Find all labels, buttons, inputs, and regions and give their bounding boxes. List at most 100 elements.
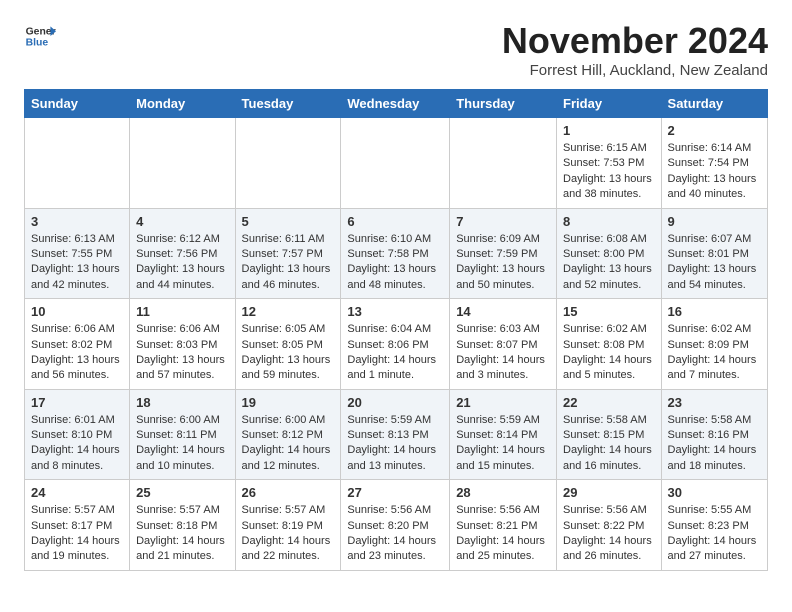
day-number: 17 [31,395,123,410]
week-row-2: 3 Sunrise: 6:13 AMSunset: 7:55 PMDaylight… [25,208,768,299]
day-info: Sunrise: 6:11 AMSunset: 7:57 PMDaylight:… [242,232,335,294]
day-number: 14 [456,304,550,319]
day-info: Sunrise: 6:10 AMSunset: 7:58 PMDaylight:… [347,232,443,294]
day-cell: 3 Sunrise: 6:13 AMSunset: 7:55 PMDaylight… [25,208,130,299]
day-number: 10 [31,304,123,319]
day-info: Sunrise: 6:08 AMSunset: 8:00 PMDaylight:… [563,232,655,294]
day-cell: 10 Sunrise: 6:06 AMSunset: 8:02 PMDayligh… [25,299,130,390]
day-cell: 14 Sunrise: 6:03 AMSunset: 8:07 PMDayligh… [450,299,557,390]
day-cell: 24Sunrise: 5:57 AMSunset: 8:17 PMDayligh… [25,480,130,571]
day-info: Sunrise: 6:14 AMSunset: 7:54 PMDaylight:… [668,141,761,203]
day-cell: 22 Sunrise: 5:58 AMSunset: 8:15 PMDayligh… [557,389,662,480]
day-number: 6 [347,214,443,229]
day-info: Sunrise: 5:56 AMSunset: 8:21 PMDaylight:… [456,503,550,565]
day-cell: 5 Sunrise: 6:11 AMSunset: 7:57 PMDaylight… [235,208,341,299]
day-info: Sunrise: 5:58 AMSunset: 8:16 PMDaylight:… [668,413,761,475]
column-header-thursday: Thursday [450,90,557,118]
week-row-1: 1 Sunrise: 6:15 AMSunset: 7:53 PMDaylight… [25,118,768,209]
day-number: 13 [347,304,443,319]
day-number: 22 [563,395,655,410]
day-info: Sunrise: 6:02 AMSunset: 8:09 PMDaylight:… [668,322,761,384]
day-cell: 19 Sunrise: 6:00 AMSunset: 8:12 PMDayligh… [235,389,341,480]
day-number: 3 [31,214,123,229]
day-number: 29 [563,485,655,500]
day-number: 27 [347,485,443,500]
day-number: 1 [563,123,655,138]
day-number: 16 [668,304,761,319]
title-block: November 2024 Forrest Hill, Auckland, Ne… [502,20,768,79]
day-cell: 25 Sunrise: 5:57 AMSunset: 8:18 PMDayligh… [130,480,235,571]
day-cell: 11Sunrise: 6:06 AMSunset: 8:03 PMDayligh… [130,299,235,390]
day-cell: 13Sunrise: 6:04 AMSunset: 8:06 PMDayligh… [341,299,450,390]
day-info: Sunrise: 6:15 AMSunset: 7:53 PMDaylight:… [563,141,655,203]
week-row-3: 10 Sunrise: 6:06 AMSunset: 8:02 PMDayligh… [25,299,768,390]
day-info: Sunrise: 6:03 AMSunset: 8:07 PMDaylight:… [456,322,550,384]
day-info: Sunrise: 6:00 AMSunset: 8:11 PMDaylight:… [136,413,228,475]
day-info: Sunrise: 5:58 AMSunset: 8:15 PMDaylight:… [563,413,655,475]
day-info: Sunrise: 5:59 AMSunset: 8:14 PMDaylight:… [456,413,550,475]
day-cell: 17 Sunrise: 6:01 AMSunset: 8:10 PMDayligh… [25,389,130,480]
day-info: Sunrise: 6:06 AMSunset: 8:02 PMDaylight:… [31,322,123,384]
day-number: 2 [668,123,761,138]
day-number: 11 [136,304,228,319]
day-info: Sunrise: 6:00 AMSunset: 8:12 PMDaylight:… [242,413,335,475]
location: Forrest Hill, Auckland, New Zealand [502,62,768,79]
day-cell: 26 Sunrise: 5:57 AMSunset: 8:19 PMDayligh… [235,480,341,571]
day-cell: 21 Sunrise: 5:59 AMSunset: 8:14 PMDayligh… [450,389,557,480]
day-number: 21 [456,395,550,410]
logo: General Blue [24,20,56,52]
day-cell: 15Sunrise: 6:02 AMSunset: 8:08 PMDayligh… [557,299,662,390]
day-info: Sunrise: 5:59 AMSunset: 8:13 PMDaylight:… [347,413,443,475]
column-header-sunday: Sunday [25,90,130,118]
day-info: Sunrise: 5:55 AMSunset: 8:23 PMDaylight:… [668,503,761,565]
day-number: 9 [668,214,761,229]
day-number: 4 [136,214,228,229]
day-cell: 1 Sunrise: 6:15 AMSunset: 7:53 PMDaylight… [557,118,662,209]
day-cell [450,118,557,209]
day-number: 25 [136,485,228,500]
day-cell: 8 Sunrise: 6:08 AMSunset: 8:00 PMDaylight… [557,208,662,299]
day-number: 26 [242,485,335,500]
day-info: Sunrise: 6:09 AMSunset: 7:59 PMDaylight:… [456,232,550,294]
day-number: 19 [242,395,335,410]
svg-text:Blue: Blue [26,38,49,49]
day-info: Sunrise: 5:56 AMSunset: 8:22 PMDaylight:… [563,503,655,565]
day-cell: 16 Sunrise: 6:02 AMSunset: 8:09 PMDayligh… [661,299,767,390]
day-cell: 7Sunrise: 6:09 AMSunset: 7:59 PMDaylight… [450,208,557,299]
day-cell: 27Sunrise: 5:56 AMSunset: 8:20 PMDayligh… [341,480,450,571]
day-number: 30 [668,485,761,500]
month-title: November 2024 [502,20,768,62]
day-info: Sunrise: 6:07 AMSunset: 8:01 PMDaylight:… [668,232,761,294]
day-cell: 6 Sunrise: 6:10 AMSunset: 7:58 PMDaylight… [341,208,450,299]
logo-icon: General Blue [24,20,56,52]
day-cell [341,118,450,209]
day-info: Sunrise: 5:57 AMSunset: 8:19 PMDaylight:… [242,503,335,565]
day-cell: 4Sunrise: 6:12 AMSunset: 7:56 PMDaylight… [130,208,235,299]
day-cell: 28 Sunrise: 5:56 AMSunset: 8:21 PMDayligh… [450,480,557,571]
day-cell: 2 Sunrise: 6:14 AMSunset: 7:54 PMDaylight… [661,118,767,209]
week-row-5: 24Sunrise: 5:57 AMSunset: 8:17 PMDayligh… [25,480,768,571]
day-cell: 12Sunrise: 6:05 AMSunset: 8:05 PMDayligh… [235,299,341,390]
day-cell [130,118,235,209]
day-info: Sunrise: 6:01 AMSunset: 8:10 PMDaylight:… [31,413,123,475]
day-number: 15 [563,304,655,319]
day-number: 8 [563,214,655,229]
day-cell: 20 Sunrise: 5:59 AMSunset: 8:13 PMDayligh… [341,389,450,480]
week-row-4: 17 Sunrise: 6:01 AMSunset: 8:10 PMDayligh… [25,389,768,480]
day-number: 5 [242,214,335,229]
day-info: Sunrise: 6:13 AMSunset: 7:55 PMDaylight:… [31,232,123,294]
day-cell: 18Sunrise: 6:00 AMSunset: 8:11 PMDayligh… [130,389,235,480]
day-info: Sunrise: 6:05 AMSunset: 8:05 PMDaylight:… [242,322,335,384]
column-header-wednesday: Wednesday [341,90,450,118]
column-header-saturday: Saturday [661,90,767,118]
day-number: 24 [31,485,123,500]
day-number: 28 [456,485,550,500]
page-header: General Blue November 2024 Forrest Hill,… [24,20,768,79]
day-cell [25,118,130,209]
day-info: Sunrise: 5:57 AMSunset: 8:18 PMDaylight:… [136,503,228,565]
column-header-tuesday: Tuesday [235,90,341,118]
calendar-table: SundayMondayTuesdayWednesdayThursdayFrid… [24,89,768,571]
column-header-friday: Friday [557,90,662,118]
day-number: 20 [347,395,443,410]
day-cell [235,118,341,209]
